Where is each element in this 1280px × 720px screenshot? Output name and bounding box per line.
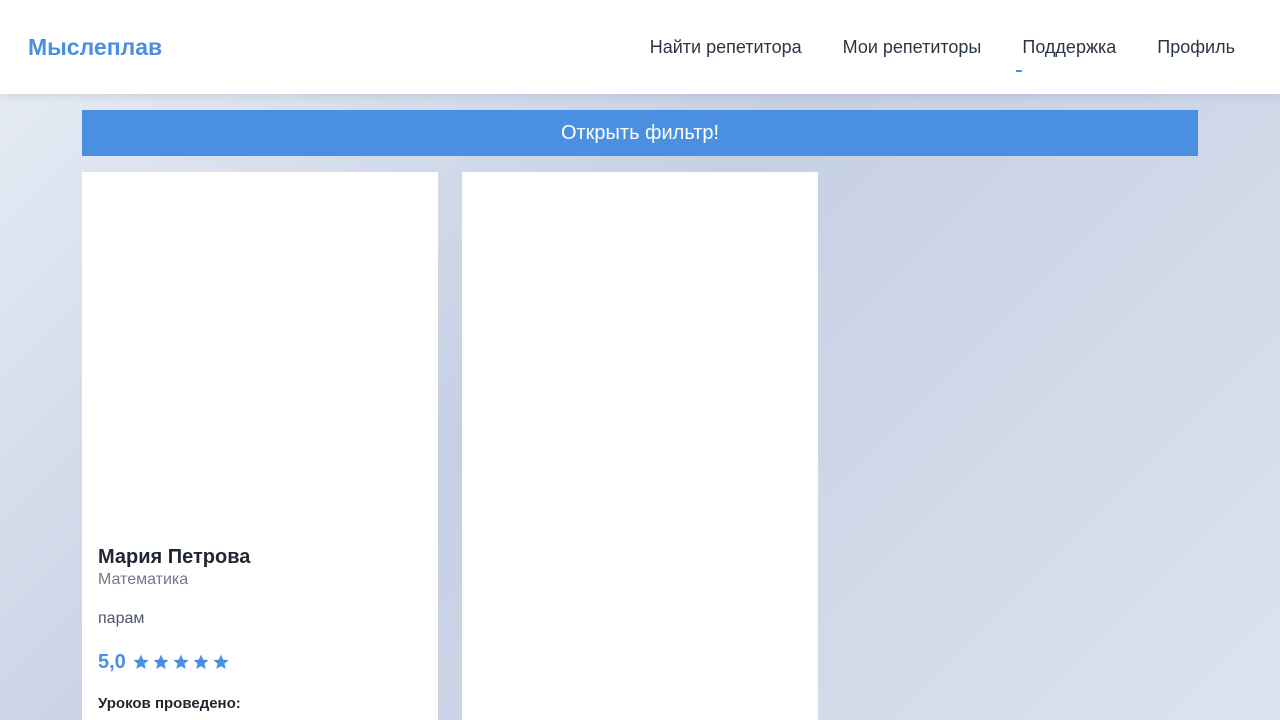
brand-logo[interactable]: Мыслеплав <box>28 32 162 62</box>
star-icon <box>173 654 189 669</box>
nav-support[interactable]: Поддержка <box>1016 35 1116 72</box>
tutor-card-body: Мария Петрова Математика парам 5,0 Уроко… <box>98 544 422 714</box>
nav-my-tutors[interactable]: Мои репетиторы <box>843 35 982 59</box>
lessons-count-label: Уроков проведено: <box>98 695 241 712</box>
tutor-subject: Математика <box>98 571 189 588</box>
tutor-card-placeholder[interactable] <box>462 172 818 720</box>
nav-find-tutor[interactable]: Найти репетитора <box>650 35 802 59</box>
main-nav: Найти репетитора Мои репетиторы Поддержк… <box>650 35 1235 72</box>
tutor-description: парам <box>98 610 145 627</box>
tutor-card[interactable]: Мария Петрова Математика парам 5,0 Уроко… <box>82 172 438 720</box>
nav-profile[interactable]: Профиль <box>1157 35 1235 59</box>
open-filter-button[interactable]: Открыть фильтр! <box>82 110 1198 156</box>
top-header: Мыслеплав Найти репетитора Мои репетитор… <box>0 0 1280 94</box>
star-icon <box>193 654 209 669</box>
rating-stars <box>132 653 230 671</box>
tutor-photo <box>82 172 438 532</box>
star-icon <box>133 654 149 669</box>
tutor-rating: 5,0 <box>98 650 422 674</box>
rating-value: 5,0 <box>98 651 126 673</box>
star-icon <box>213 654 229 669</box>
tutor-name: Мария Петрова <box>98 546 251 568</box>
star-icon <box>153 654 169 669</box>
